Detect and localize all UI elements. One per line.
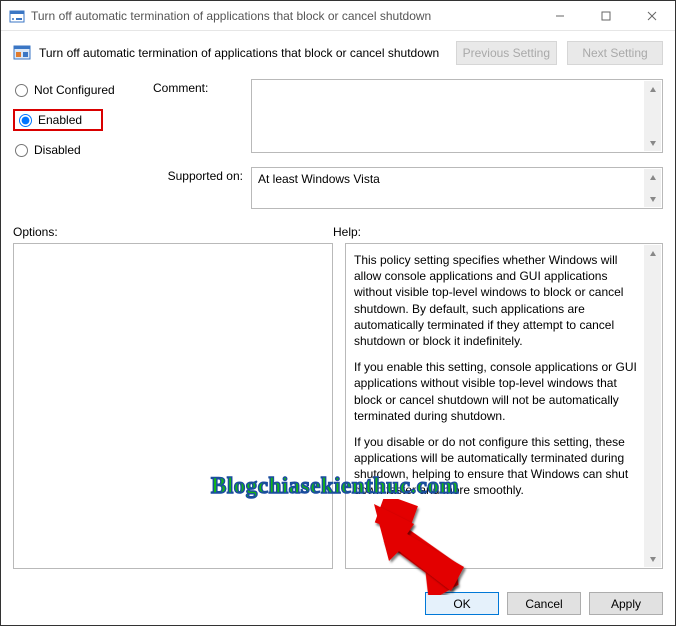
supported-scrollbar[interactable] <box>644 169 661 207</box>
radio-enabled-highlight: Enabled <box>13 109 103 131</box>
help-paragraph-2: If you enable this setting, console appl… <box>354 359 638 424</box>
comment-field[interactable] <box>251 79 663 153</box>
supported-on-label: Supported on: <box>153 167 243 209</box>
cancel-button[interactable]: Cancel <box>507 592 581 615</box>
radio-disabled[interactable]: Disabled <box>13 139 153 161</box>
previous-setting-button[interactable]: Previous Setting <box>456 41 557 65</box>
radio-not-configured-label: Not Configured <box>34 83 115 97</box>
scroll-up-icon[interactable] <box>644 81 661 98</box>
option-help-panes: This policy setting specifies whether Wi… <box>1 243 675 569</box>
maximize-button[interactable] <box>583 1 629 30</box>
policy-icon <box>13 44 31 62</box>
comment-label: Comment: <box>153 79 243 153</box>
policy-window-icon <box>9 8 25 24</box>
supported-on-field: At least Windows Vista <box>251 167 663 209</box>
window-controls <box>537 1 675 30</box>
radio-enabled-input[interactable] <box>19 114 32 127</box>
radio-not-configured-input[interactable] <box>15 84 28 97</box>
window-title: Turn off automatic termination of applic… <box>31 9 537 23</box>
scroll-up-icon[interactable] <box>644 245 661 262</box>
help-paragraph-1: This policy setting specifies whether Wi… <box>354 252 638 349</box>
close-button[interactable] <box>629 1 675 30</box>
options-label: Options: <box>13 225 333 239</box>
option-help-labels: Options: Help: <box>1 221 675 243</box>
radio-disabled-label: Disabled <box>34 143 81 157</box>
help-label: Help: <box>333 225 361 239</box>
scroll-up-icon[interactable] <box>644 169 661 186</box>
dialog-button-row: OK Cancel Apply <box>425 592 663 615</box>
settings-area: Not Configured Enabled Disabled Comment:… <box>1 71 675 221</box>
radio-disabled-input[interactable] <box>15 144 28 157</box>
state-radio-group: Not Configured Enabled Disabled <box>13 79 153 209</box>
options-pane <box>13 243 333 569</box>
comment-scrollbar[interactable] <box>644 81 661 151</box>
apply-button[interactable]: Apply <box>589 592 663 615</box>
radio-not-configured[interactable]: Not Configured <box>13 79 153 101</box>
minimize-button[interactable] <box>537 1 583 30</box>
help-scrollbar[interactable] <box>644 245 661 567</box>
radio-enabled-label: Enabled <box>38 113 82 127</box>
comment-supported-grid: Comment: Supported on: At least Windows … <box>153 79 663 209</box>
help-paragraph-3: If you disable or do not configure this … <box>354 434 638 499</box>
help-pane: This policy setting specifies whether Wi… <box>345 243 663 569</box>
scroll-down-icon[interactable] <box>644 134 661 151</box>
next-setting-button[interactable]: Next Setting <box>567 41 663 65</box>
policy-title: Turn off automatic termination of applic… <box>39 46 446 60</box>
ok-button[interactable]: OK <box>425 592 499 615</box>
scroll-down-icon[interactable] <box>644 550 661 567</box>
supported-on-value: At least Windows Vista <box>258 172 380 186</box>
radio-enabled[interactable]: Enabled <box>17 113 99 127</box>
scroll-down-icon[interactable] <box>644 190 661 207</box>
titlebar: Turn off automatic termination of applic… <box>1 1 675 31</box>
policy-header: Turn off automatic termination of applic… <box>1 31 675 71</box>
